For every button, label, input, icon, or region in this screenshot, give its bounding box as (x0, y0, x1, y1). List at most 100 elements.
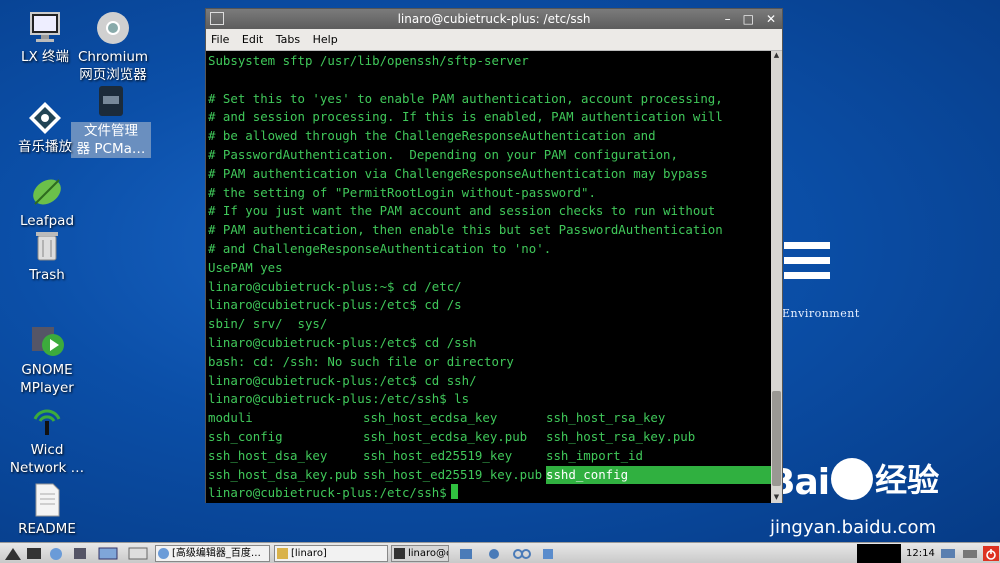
chromium-icon (95, 10, 131, 46)
desktop-icon-wicd-network[interactable]: Wicd Network … (7, 403, 87, 477)
terminal-line: # PAM authentication, then enable this b… (208, 222, 723, 238)
terminal-icon (210, 12, 224, 25)
terminal-line: Subsystem sftp /usr/lib/openssh/sftp-ser… (208, 53, 529, 68)
monitor-icon (27, 10, 63, 46)
terminal-window: linaro@cubietruck-plus: /etc/ssh – □ ✕ F… (205, 8, 783, 503)
terminal-lines: Subsystem sftp /usr/lib/openssh/sftp-ser… (208, 52, 770, 409)
task-browser[interactable]: [高级编辑器_百度… (155, 545, 270, 562)
terminal-line: # PAM authentication via ChallengeRespon… (208, 165, 708, 181)
ls-entry: ssh_host_rsa_key.pub (546, 428, 696, 444)
wifi-icon (29, 403, 65, 439)
terminal-line: # be allowed through the ChallengeRespon… (208, 128, 656, 144)
desktop-icon-readme[interactable]: README (7, 482, 87, 538)
task-label: [linaro] (291, 548, 327, 559)
power-icon[interactable] (983, 546, 999, 561)
terminal-line: # If you just want the PAM account and s… (208, 203, 716, 219)
menu-file[interactable]: File (211, 33, 229, 46)
tray-app-icon[interactable] (540, 546, 556, 561)
tray-app-icon[interactable] (458, 546, 474, 561)
desktop-icon-leafpad[interactable]: Leafpad (7, 174, 87, 230)
window-title: linaro@cubietruck-plus: /etc/ssh (397, 12, 591, 26)
clock[interactable]: 12:14 (906, 543, 935, 563)
wallpaper-text: Environment (782, 307, 860, 320)
close-button[interactable]: ✕ (766, 9, 776, 29)
ls-output: moduli ssh_host_ecdsa_key ssh_host_rsa_key… (208, 409, 771, 485)
wallpaper-logo (784, 242, 832, 296)
folder-task-icon (277, 548, 288, 559)
terminal-line: # and session processing. If this is ena… (208, 109, 723, 125)
browser-launcher-icon[interactable] (48, 546, 64, 561)
desktop-switcher-icon[interactable] (98, 546, 120, 561)
menu-help[interactable]: Help (313, 33, 338, 46)
terminal-line: # and ChallengeResponseAuthentication to… (208, 240, 552, 256)
desktop-icon-music-player[interactable]: 音乐播放 (5, 100, 85, 156)
tray-black-area (857, 544, 901, 563)
desktop-icon-label: Chromium 网页浏览器 (77, 49, 149, 83)
ls-entry: ssh_host_rsa_key (546, 410, 666, 426)
desktop-icon-label: Trash (29, 267, 65, 283)
task-file-manager[interactable]: [linaro] (274, 545, 388, 562)
file-manager-icon (93, 84, 129, 120)
terminal-line: linaro@cubietruck-plus:/etc$ cd /ssh (208, 334, 477, 350)
tray-app-icon[interactable] (512, 546, 532, 561)
maximize-button[interactable]: □ (743, 9, 754, 29)
leafpad-icon (29, 174, 65, 210)
terminal-line: linaro@cubietruck-plus:/etc$ cd ssh/ (208, 372, 477, 388)
workspace-icon[interactable] (128, 546, 150, 561)
menu-edit[interactable]: Edit (242, 33, 263, 46)
terminal-prompt: linaro@cubietruck-plus:/etc/ssh$ (208, 485, 447, 501)
mplayer-icon (29, 323, 65, 359)
terminal-scrollbar[interactable]: ▲ ▼ (771, 51, 782, 503)
desktop-icon-label: Wicd Network … (9, 442, 85, 476)
ls-entry: ssh_import_id (546, 447, 643, 463)
terminal-line: UsePAM yes (208, 259, 283, 275)
baidu-jingyan-text: 经验 (875, 461, 940, 499)
task-label: [高级编辑器_百度… (172, 548, 261, 559)
terminal-line: sbin/ srv/ sys/ (208, 316, 328, 332)
scroll-down-icon[interactable]: ▼ (771, 493, 782, 503)
ls-entry: ssh_host_dsa_key (208, 447, 328, 463)
files-launcher-icon[interactable] (72, 546, 88, 561)
task-label: linaro@c (408, 548, 449, 559)
menu-tabs[interactable]: Tabs (276, 33, 300, 46)
scrollbar-thumb[interactable] (772, 391, 781, 486)
ls-entry: moduli (208, 410, 253, 426)
ls-entry: sshd_config (546, 465, 771, 485)
ls-entry: ssh_host_ecdsa_key (363, 410, 498, 426)
terminal-line: # PasswordAuthentication. Depending on y… (208, 146, 678, 162)
terminal-line: bash: cd: /ssh: No such file or director… (208, 353, 514, 369)
terminal-output[interactable]: Subsystem sftp /usr/lib/openssh/sftp-ser… (206, 51, 772, 503)
terminal-prompt-line: linaro@cubietruck-plus:/etc/ssh$ (208, 484, 770, 503)
title-bar[interactable]: linaro@cubietruck-plus: /etc/ssh – □ ✕ (206, 9, 782, 29)
ls-entry: ssh_host_dsa_key.pub (208, 466, 358, 482)
network-monitor-icon[interactable] (962, 546, 978, 561)
minimize-button[interactable]: – (725, 9, 731, 29)
desktop-icon-chromium[interactable]: Chromium 网页浏览器 (73, 10, 153, 84)
terminal-line: linaro@cubietruck-plus:/etc$ cd /s (208, 297, 462, 313)
ls-entry: ssh_host_ed25519_key (363, 447, 513, 463)
desktop-icon-trash[interactable]: Trash (7, 228, 87, 284)
terminal-cursor (450, 484, 458, 500)
tray-app-icon[interactable] (486, 546, 502, 561)
desktop-icon-label: GNOME MPlayer (20, 362, 74, 396)
baidu-watermark: Bai 经验 jingyan.baidu.com (768, 455, 940, 538)
ls-entry: ssh_host_ecdsa_key.pub (363, 428, 528, 444)
terminal-line: linaro@cubietruck-plus:/etc/ssh$ ls (208, 391, 470, 407)
chromium-task-icon (158, 548, 169, 559)
desktop-icon-label: 音乐播放 (18, 139, 72, 155)
desktop-icon-gnome-mplayer[interactable]: GNOME MPlayer (7, 323, 87, 397)
terminal-launcher-icon[interactable] (26, 546, 42, 561)
start-menu-icon[interactable] (4, 546, 22, 561)
terminal-line: # the setting of "PermitRootLogin withou… (208, 184, 596, 200)
network-icon[interactable] (940, 546, 956, 561)
ls-entry: ssh_host_ed25519_key.pub (363, 466, 543, 482)
task-terminal[interactable]: linaro@c (391, 545, 449, 562)
scroll-up-icon[interactable]: ▲ (771, 51, 782, 61)
taskbar: [高级编辑器_百度… [linaro] linaro@c 12:14 (0, 542, 1000, 563)
desktop-icon-label: README (18, 521, 76, 537)
menu-bar: File Edit Tabs Help (206, 29, 782, 51)
baidu-url: jingyan.baidu.com (770, 517, 937, 538)
trash-icon (29, 228, 65, 264)
paw-icon (831, 458, 874, 500)
